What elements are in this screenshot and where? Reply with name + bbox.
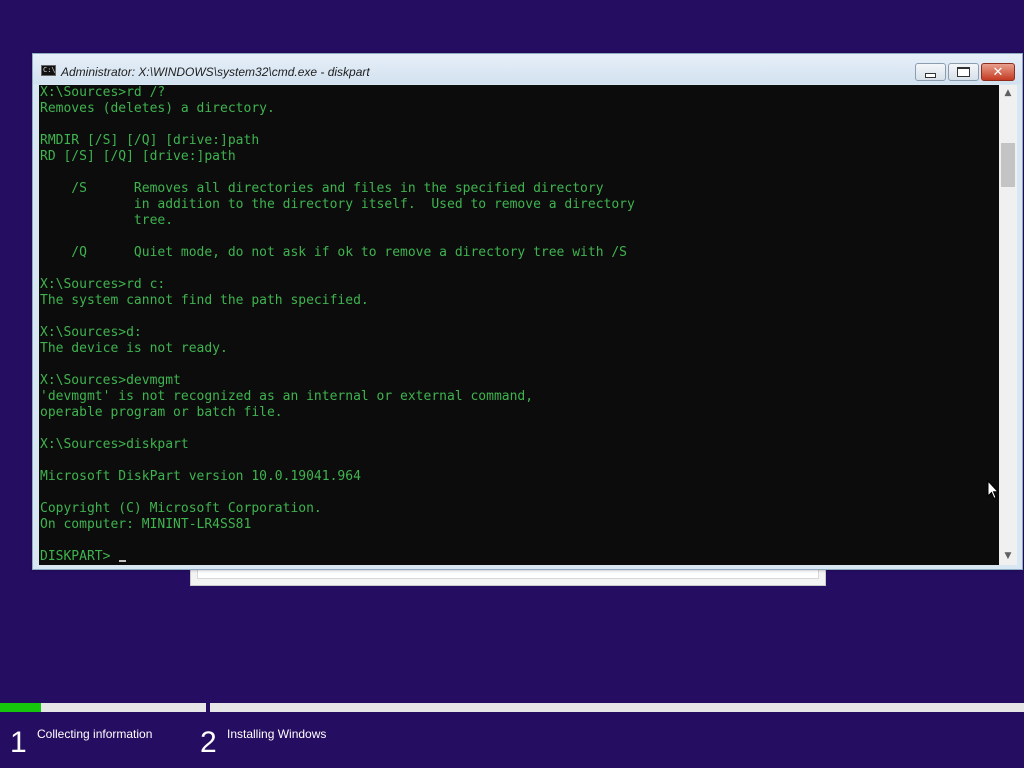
step-label-collecting: Collecting information bbox=[37, 727, 153, 741]
cmd-window[interactable]: C:\ Administrator: X:\WINDOWS\system32\c… bbox=[32, 53, 1023, 570]
scroll-thumb[interactable] bbox=[1001, 143, 1015, 187]
console-line: RMDIR [/S] [/Q] [drive:]path bbox=[40, 133, 260, 148]
maximize-button[interactable] bbox=[948, 63, 979, 81]
console-line: /S Removes all directories and files in … bbox=[40, 181, 604, 196]
console-line: RD [/S] [/Q] [drive:]path bbox=[40, 149, 236, 164]
step-number-1: 1 bbox=[10, 726, 27, 759]
console-line: X:\Sources>devmgmt bbox=[40, 373, 181, 388]
console-output[interactable]: X:\Sources>rd /? Removes (deletes) a dire… bbox=[39, 85, 999, 565]
console-line: On computer: MININT-LR4SS81 bbox=[40, 517, 252, 532]
console-line: in addition to the directory itself. Use… bbox=[40, 197, 635, 212]
progress-bar-collecting bbox=[0, 703, 206, 712]
maximize-icon bbox=[957, 67, 970, 77]
title-bar[interactable]: C:\ Administrator: X:\WINDOWS\system32\c… bbox=[33, 54, 1022, 84]
step-number-2: 2 bbox=[200, 726, 217, 759]
console-line: Copyright (C) Microsoft Corporation. bbox=[40, 501, 322, 516]
mouse-pointer-icon bbox=[987, 480, 999, 500]
diskpart-prompt: DISKPART> bbox=[40, 549, 119, 564]
text-cursor bbox=[119, 560, 127, 562]
minimize-button[interactable] bbox=[915, 63, 946, 81]
scroll-up-icon[interactable]: ▲ bbox=[999, 85, 1017, 102]
close-icon: ✕ bbox=[992, 64, 1004, 80]
vertical-scrollbar[interactable]: ▲ ▼ bbox=[999, 85, 1017, 565]
console-line: /Q Quiet mode, do not ask if ok to remov… bbox=[40, 245, 627, 260]
window-title: Administrator: X:\WINDOWS\system32\cmd.e… bbox=[61, 65, 370, 79]
scroll-down-icon[interactable]: ▼ bbox=[999, 548, 1017, 565]
console-line: X:\Sources>d: bbox=[40, 325, 142, 340]
console-line: The device is not ready. bbox=[40, 341, 228, 356]
console-line: X:\Sources>rd c: bbox=[40, 277, 166, 292]
close-button[interactable]: ✕ bbox=[981, 63, 1015, 81]
console-line: Microsoft DiskPart version 10.0.19041.96… bbox=[40, 469, 361, 484]
cmd-icon: C:\ bbox=[41, 65, 56, 76]
console-line: 'devmgmt' is not recognized as an intern… bbox=[40, 389, 534, 404]
console-prompt-line[interactable]: DISKPART> bbox=[39, 549, 999, 565]
progress-fill-collecting bbox=[0, 703, 42, 712]
console-line: X:\Sources>rd /? bbox=[40, 85, 166, 100]
progress-bar-installing bbox=[210, 703, 1024, 712]
console-line: The system cannot find the path specifie… bbox=[40, 293, 369, 308]
console-line: Removes (deletes) a directory. bbox=[40, 101, 275, 116]
minimize-icon bbox=[925, 72, 936, 78]
console-line: tree. bbox=[40, 213, 174, 228]
console-line: X:\Sources>diskpart bbox=[40, 437, 189, 452]
step-label-installing: Installing Windows bbox=[227, 727, 327, 741]
console-line: operable program or batch file. bbox=[40, 405, 283, 420]
